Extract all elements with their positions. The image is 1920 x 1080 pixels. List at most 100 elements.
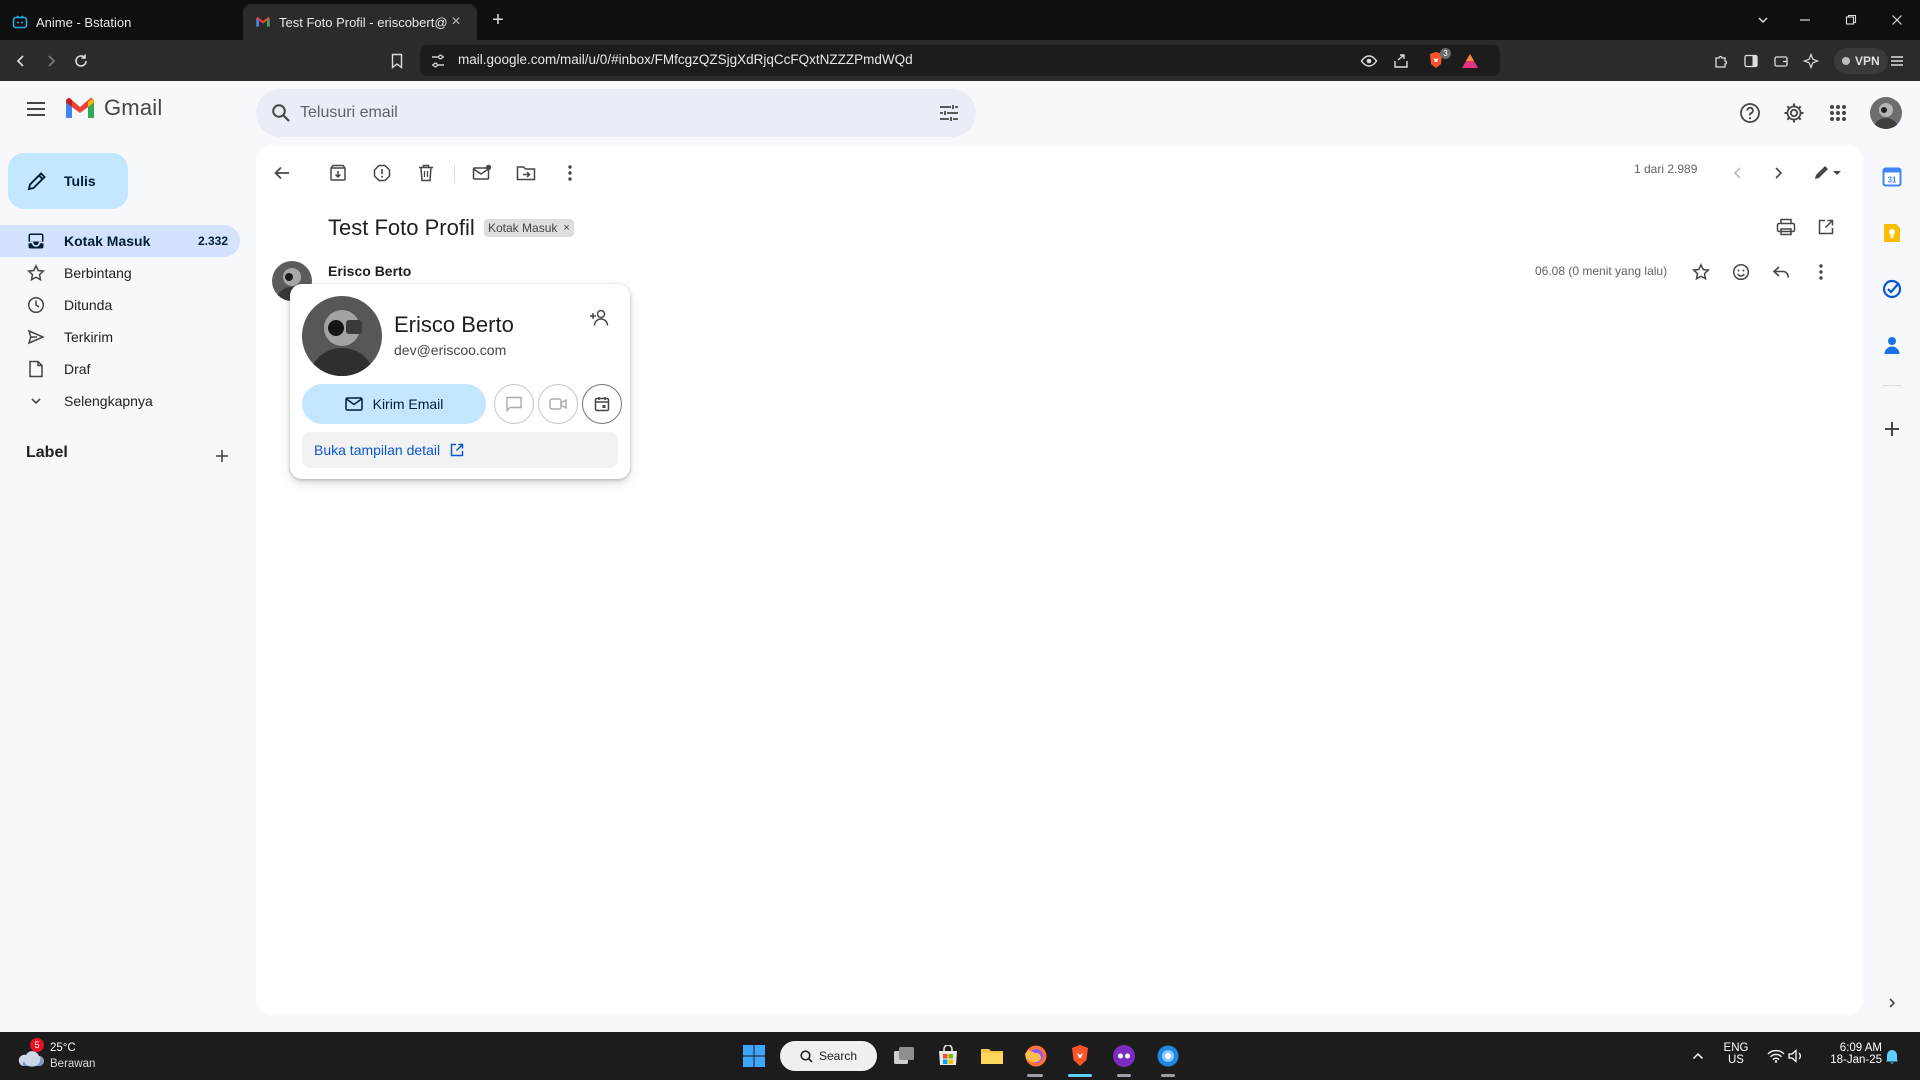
windows-taskbar: 5 25°C Berawan Search ENG US 6:09 AM 18-… <box>0 1032 1920 1080</box>
detail-view-label: Buka tampilan detail <box>314 442 441 458</box>
windows-start-icon[interactable] <box>738 1040 770 1072</box>
discord-app-icon[interactable] <box>1108 1040 1140 1072</box>
help-icon[interactable] <box>1730 93 1770 133</box>
vpn-label: VPN <box>1855 54 1880 68</box>
sidebar-item-snoozed[interactable]: Ditunda <box>0 289 240 321</box>
gmail-logo[interactable]: Gmail <box>64 95 162 121</box>
shield-count-badge: 3 <box>1440 48 1451 59</box>
print-icon[interactable] <box>1770 211 1802 243</box>
show-hidden-icons-chevron-icon[interactable] <box>1682 1040 1714 1072</box>
open-detail-view-link[interactable]: Buka tampilan detail <box>302 432 618 468</box>
reader-view-icon[interactable] <box>1360 52 1378 70</box>
video-call-button[interactable] <box>538 384 578 424</box>
get-addons-plus-icon[interactable] <box>1876 413 1908 445</box>
share-icon[interactable] <box>1392 52 1410 70</box>
tab-gmail[interactable]: Test Foto Profil - eriscobert@gma × <box>243 4 477 40</box>
input-tools-icon[interactable] <box>1806 157 1850 189</box>
side-panel-divider <box>1882 385 1902 386</box>
language-indicator[interactable]: ENG US <box>1718 1042 1754 1066</box>
brave-browser-icon[interactable] <box>1064 1040 1096 1072</box>
chat-app-icon[interactable] <box>1152 1040 1184 1072</box>
mark-unread-icon[interactable] <box>466 157 498 189</box>
add-contact-icon[interactable] <box>586 304 614 332</box>
inbox-label-chip[interactable]: Kotak Masuk × <box>484 219 574 237</box>
sidebar-item-inbox[interactable]: Kotak Masuk 2.332 <box>0 225 240 257</box>
back-to-inbox-icon[interactable] <box>266 157 298 189</box>
task-view-icon[interactable] <box>888 1040 920 1072</box>
search-options-icon[interactable] <box>934 98 964 128</box>
report-spam-icon[interactable] <box>366 157 398 189</box>
url-text: mail.google.com/mail/u/0/#inbox/FMfcgzQZ… <box>458 52 913 67</box>
notification-bell-icon[interactable] <box>1876 1040 1908 1072</box>
back-icon[interactable] <box>8 48 34 74</box>
expand-side-panel-icon[interactable] <box>1876 987 1908 1019</box>
compose-button[interactable]: Tulis <box>8 153 128 209</box>
tab-bstation[interactable]: Anime - Bstation <box>0 4 240 40</box>
chat-button[interactable] <box>494 384 534 424</box>
draft-icon <box>26 359 46 379</box>
older-chevron-icon[interactable] <box>1762 157 1794 189</box>
sidebar-item-sent[interactable]: Terkirim <box>0 321 240 353</box>
vpn-button[interactable]: VPN <box>1834 48 1888 74</box>
running-indicator <box>1161 1074 1175 1077</box>
search-input[interactable] <box>300 97 900 129</box>
search-icon[interactable] <box>266 98 296 128</box>
star-icon <box>26 263 46 283</box>
google-apps-icon[interactable] <box>1818 93 1858 133</box>
taskbar-search-button[interactable]: Search <box>780 1041 877 1071</box>
forward-icon[interactable] <box>38 48 64 74</box>
brave-rewards-icon[interactable] <box>1460 51 1480 71</box>
google-calendar-icon[interactable]: 31 <box>1876 161 1908 193</box>
reply-icon[interactable] <box>1764 255 1798 289</box>
file-explorer-icon[interactable] <box>976 1040 1008 1072</box>
close-window-icon[interactable] <box>1874 0 1920 40</box>
add-label-icon[interactable] <box>210 444 234 468</box>
google-keep-icon[interactable] <box>1876 217 1908 249</box>
restore-icon[interactable] <box>1828 0 1874 40</box>
google-contacts-icon[interactable] <box>1876 329 1908 361</box>
settings-gear-icon[interactable] <box>1774 93 1814 133</box>
google-tasks-icon[interactable] <box>1876 273 1908 305</box>
firefox-icon[interactable] <box>1020 1040 1052 1072</box>
remove-label-icon[interactable]: × <box>563 222 569 234</box>
star-icon[interactable] <box>1684 255 1718 289</box>
tab-search-chevron-icon[interactable] <box>1740 0 1786 40</box>
sidebar-nav: Kotak Masuk 2.332 Berbintang Ditunda Ter… <box>0 225 256 417</box>
wallet-icon[interactable] <box>1768 48 1794 74</box>
sidebar-toggle-icon[interactable] <box>1738 48 1764 74</box>
volume-icon[interactable] <box>1780 1040 1812 1072</box>
reload-icon[interactable] <box>68 48 94 74</box>
emoji-reaction-icon[interactable] <box>1724 255 1758 289</box>
main-menu-icon[interactable] <box>16 89 56 129</box>
tab-title: Anime - Bstation <box>36 14 132 30</box>
more-actions-icon[interactable] <box>554 157 586 189</box>
browser-menu-icon[interactable] <box>1884 48 1910 74</box>
address-bar[interactable]: mail.google.com/mail/u/0/#inbox/FMfcgzQZ… <box>420 45 1500 76</box>
open-new-window-icon[interactable] <box>1810 211 1842 243</box>
delete-icon[interactable] <box>410 157 442 189</box>
archive-icon[interactable] <box>322 157 354 189</box>
account-avatar[interactable] <box>1870 97 1902 129</box>
send-email-button[interactable]: Kirim Email <box>302 384 486 424</box>
new-tab-icon[interactable]: + <box>486 8 510 32</box>
unread-count-badge: 2.332 <box>197 234 228 248</box>
tab-close-icon[interactable]: × <box>447 13 465 31</box>
system-clock[interactable]: 6:09 AM 18-Jan-25 <box>1816 1042 1882 1066</box>
sidebar-item-more[interactable]: Selengkapnya <box>0 385 240 417</box>
search-bar[interactable] <box>256 89 976 137</box>
sidebar-item-drafts[interactable]: Draf <box>0 353 240 385</box>
newer-chevron-icon[interactable] <box>1722 157 1754 189</box>
site-settings-icon[interactable] <box>430 53 446 69</box>
sender-name[interactable]: Erisco Berto <box>328 263 411 279</box>
move-to-icon[interactable] <box>510 157 542 189</box>
minimize-icon[interactable] <box>1782 0 1828 40</box>
leo-ai-icon[interactable] <box>1798 48 1824 74</box>
sidebar-item-starred[interactable]: Berbintang <box>0 257 240 289</box>
microsoft-store-icon[interactable] <box>932 1040 964 1072</box>
bookmark-icon[interactable] <box>384 48 410 74</box>
schedule-event-button[interactable] <box>582 384 622 424</box>
extensions-icon[interactable] <box>1708 48 1734 74</box>
message-more-icon[interactable] <box>1804 255 1838 289</box>
running-indicator <box>1117 1074 1131 1077</box>
weather-widget[interactable]: 5 25°C Berawan <box>16 1038 116 1074</box>
